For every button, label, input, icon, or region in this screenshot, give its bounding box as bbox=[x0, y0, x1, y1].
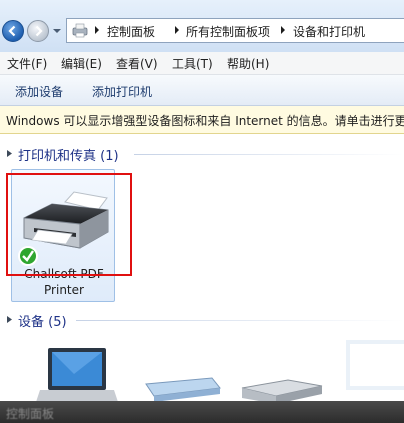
device-tile-challsoft-pdf-printer[interactable]: Challsoft PDF Printer bbox=[11, 169, 115, 302]
group-devices-header[interactable]: 设备 (5) bbox=[4, 311, 404, 330]
recent-pages-dropdown-icon[interactable] bbox=[52, 26, 62, 36]
printer-icon bbox=[18, 191, 109, 266]
breadcrumb-all-control-panel-items[interactable]: 所有控制面板项 bbox=[186, 23, 270, 40]
info-bar[interactable]: Windows 可以显示增强型设备图标和来自 Internet 的信息。请单击进… bbox=[0, 106, 404, 134]
address-bar[interactable]: 控制面板 所有控制面板项 设备和打印机 bbox=[66, 18, 404, 43]
menu-view[interactable]: 查看(V) bbox=[116, 55, 158, 72]
monitor-icon[interactable] bbox=[336, 340, 404, 404]
device-name-line2: Printer bbox=[44, 283, 84, 297]
breadcrumb-separator-icon[interactable] bbox=[280, 26, 286, 34]
collapse-arrow-icon[interactable] bbox=[6, 149, 14, 158]
keyboard-icon[interactable] bbox=[142, 370, 222, 404]
add-device-button[interactable]: 添加设备 bbox=[15, 83, 63, 100]
taskbar-label[interactable]: 控制面板 bbox=[6, 405, 54, 422]
group-printers-title: 打印机和传真 (1) bbox=[18, 149, 119, 164]
laptop-icon[interactable] bbox=[34, 344, 118, 404]
menu-bar: 文件(F) 编辑(E) 查看(V) 工具(T) 帮助(H) bbox=[0, 52, 404, 75]
breadcrumb-control-panel[interactable]: 控制面板 bbox=[107, 23, 155, 40]
group-divider bbox=[134, 154, 404, 155]
menu-help[interactable]: 帮助(H) bbox=[227, 55, 269, 72]
group-printers-header[interactable]: 打印机和传真 (1) bbox=[4, 145, 404, 164]
back-button[interactable] bbox=[2, 20, 24, 42]
group-devices-title: 设备 (5) bbox=[18, 315, 67, 330]
menu-tools[interactable]: 工具(T) bbox=[172, 55, 213, 72]
menu-edit[interactable]: 编辑(E) bbox=[61, 55, 102, 72]
forward-button[interactable] bbox=[27, 20, 49, 42]
group-divider bbox=[76, 320, 404, 321]
navigation-bar: 控制面板 所有控制面板项 设备和打印机 bbox=[0, 0, 404, 52]
device-name-line1: Challsoft PDF bbox=[24, 267, 104, 281]
device-label: Challsoft PDF Printer bbox=[12, 266, 116, 298]
collapse-arrow-icon[interactable] bbox=[6, 315, 14, 324]
add-printer-button[interactable]: 添加打印机 bbox=[92, 83, 152, 100]
breadcrumb-devices-and-printers[interactable]: 设备和打印机 bbox=[293, 23, 365, 40]
breadcrumb-separator-icon[interactable] bbox=[174, 26, 180, 34]
breadcrumb-separator-icon[interactable] bbox=[94, 26, 100, 34]
arrow-left-icon bbox=[8, 25, 16, 37]
taskbar: 控制面板 bbox=[0, 401, 404, 423]
info-bar-text: Windows 可以显示增强型设备图标和来自 Internet 的信息。请单击进… bbox=[6, 114, 404, 128]
devices-printers-icon bbox=[72, 23, 88, 38]
command-bar: 添加设备 添加打印机 bbox=[0, 75, 404, 106]
fax-device-icon[interactable] bbox=[236, 376, 326, 404]
arrow-right-icon bbox=[35, 25, 43, 37]
menu-file[interactable]: 文件(F) bbox=[7, 55, 47, 72]
